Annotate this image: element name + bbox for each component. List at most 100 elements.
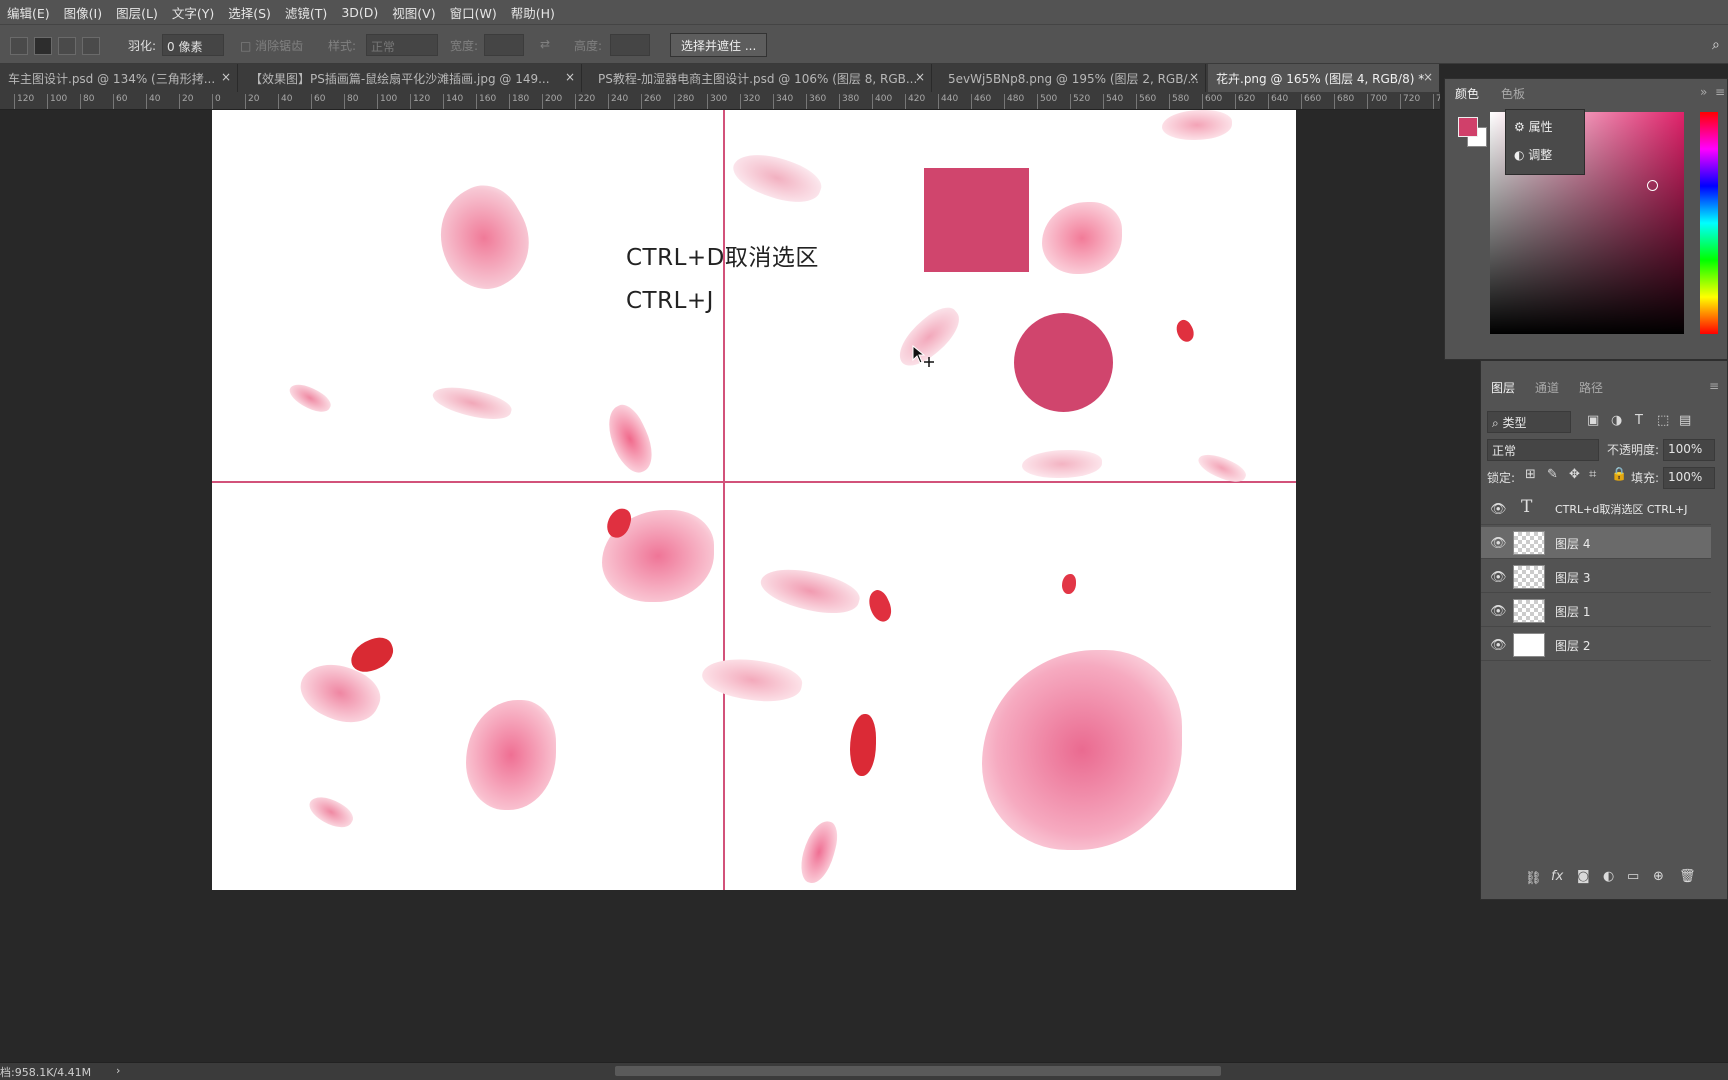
hue-slider[interactable] (1700, 112, 1718, 334)
document-canvas[interactable]: CTRL+D取消选区 CTRL+J (212, 110, 1296, 890)
tab-layers[interactable]: 图层 (1491, 379, 1515, 396)
menu-3d[interactable]: 3D(D) (334, 5, 385, 20)
eye-icon[interactable]: 👁 (1490, 536, 1507, 551)
menu-help[interactable]: 帮助(H) (504, 3, 562, 22)
select-and-mask-button[interactable]: 选择并遮住 ... (670, 33, 768, 57)
color-picker-marker[interactable] (1647, 180, 1658, 191)
layer-filter-select[interactable]: ⌕ 类型 (1487, 411, 1571, 433)
width-input[interactable] (484, 34, 524, 56)
blend-mode-select[interactable]: 正常 (1487, 439, 1599, 461)
lock-all-icon[interactable]: 🔒 (1611, 467, 1627, 482)
ruler-tick: 260 (641, 94, 661, 109)
menu-layer[interactable]: 图层(L) (109, 3, 165, 22)
pixel-filter-icon[interactable]: ▣ (1587, 413, 1599, 428)
lock-transparency-icon[interactable]: ⊞ (1525, 467, 1536, 482)
add-mask-icon[interactable]: ◙ (1577, 869, 1590, 884)
tab-swatches[interactable]: 色板 (1501, 85, 1525, 102)
petal-image (864, 587, 896, 625)
menu-view[interactable]: 视图(V) (385, 3, 442, 22)
square-shape[interactable] (924, 168, 1029, 272)
type-filter-icon[interactable]: T (1635, 413, 1643, 428)
fill-label: 填充: (1631, 471, 1660, 485)
link-layers-icon[interactable]: ⛓ (1525, 871, 1542, 886)
tab-document-1[interactable]: 车主图设计.psd @ 134% (三角形拷... × (0, 64, 238, 92)
vertical-guide[interactable] (723, 110, 725, 890)
adjustment-filter-icon[interactable]: ◑ (1611, 413, 1622, 428)
menu-edit[interactable]: 编辑(E) (0, 3, 57, 22)
search-icon[interactable]: ⌕ (1712, 37, 1720, 53)
lock-pixels-icon[interactable]: ✎ (1547, 467, 1558, 482)
close-icon[interactable]: × (221, 70, 231, 84)
menu-select[interactable]: 选择(S) (221, 3, 278, 22)
close-icon[interactable]: × (1423, 70, 1433, 84)
horizontal-scrollbar[interactable] (615, 1066, 1221, 1076)
circle-shape[interactable] (1014, 313, 1113, 412)
menu-image[interactable]: 图像(I) (57, 3, 109, 22)
eye-icon[interactable]: 👁 (1490, 604, 1507, 619)
close-icon[interactable]: × (915, 70, 925, 84)
delete-layer-icon[interactable]: 🗑 (1679, 869, 1696, 884)
lock-artboard-icon[interactable]: ⌗ (1589, 467, 1596, 482)
status-menu-icon[interactable]: › (116, 1064, 120, 1077)
layer-row-layer4[interactable]: 👁 图层 4 (1481, 527, 1711, 559)
horizontal-guide[interactable] (212, 481, 1296, 483)
new-selection-button[interactable] (10, 37, 28, 55)
color-panel: 颜色 色板 » ≡ ⚙ 属性 ◐ 调整 (1444, 78, 1728, 360)
tab-document-2[interactable]: 【效果图】PS插画篇-鼠绘扇平化沙滩插画.jpg @ 149... × (242, 64, 582, 92)
tab-document-active[interactable]: 花卉.png @ 165% (图层 4, RGB/8) * × (1208, 64, 1440, 92)
tab-paths[interactable]: 路径 (1579, 379, 1603, 396)
petal-image (1172, 317, 1198, 345)
ruler-tick: 100 (377, 94, 397, 109)
foreground-color-swatch[interactable] (1458, 117, 1478, 137)
eye-icon[interactable]: 👁 (1490, 638, 1507, 653)
eye-icon[interactable]: 👁 (1490, 502, 1507, 517)
smart-object-filter-icon[interactable]: ▤ (1679, 413, 1691, 428)
new-group-icon[interactable]: ▭ (1627, 869, 1639, 884)
opacity-input[interactable]: 100% (1663, 439, 1715, 461)
menu-type[interactable]: 文字(Y) (165, 3, 221, 22)
add-selection-button[interactable] (34, 37, 52, 55)
tab-channels[interactable]: 通道 (1535, 379, 1559, 396)
properties-item[interactable]: ⚙ 属性 (1514, 118, 1553, 135)
swap-icon[interactable]: ⇄ (540, 37, 550, 51)
collapse-icon[interactable]: » (1700, 85, 1707, 99)
adjustments-item[interactable]: ◐ 调整 (1514, 146, 1552, 163)
eye-icon[interactable]: 👁 (1490, 570, 1507, 585)
layer-row-layer3[interactable]: 👁 图层 3 (1481, 561, 1711, 593)
document-size-status: 档:958.1K/4.41M (0, 1066, 92, 1079)
ruler-tick: 20 (245, 94, 259, 109)
tab-document-4[interactable]: 5evWj5BNp8.png @ 195% (图层 2, RGB/... × (940, 64, 1206, 92)
ruler-tick: 340 (773, 94, 793, 109)
menu-window[interactable]: 窗口(W) (443, 3, 504, 22)
height-label: 高度: (574, 39, 603, 53)
layer-row-layer1[interactable]: 👁 图层 1 (1481, 595, 1711, 627)
feather-input[interactable]: 0 像素 (162, 34, 224, 56)
canvas-text-line-2[interactable]: CTRL+J (626, 288, 714, 314)
layer-name: 图层 4 (1555, 537, 1591, 551)
layer-row-layer2[interactable]: 👁 图层 2 (1481, 629, 1711, 661)
adjustment-layer-icon[interactable]: ◐ (1603, 869, 1614, 884)
close-icon[interactable]: × (565, 70, 575, 84)
tab-color[interactable]: 颜色 (1455, 85, 1479, 102)
subtract-selection-button[interactable] (58, 37, 76, 55)
fill-input[interactable]: 100% (1663, 467, 1715, 489)
ruler-tick: 500 (1037, 94, 1057, 109)
menu-filter[interactable]: 滤镜(T) (278, 3, 334, 22)
lock-position-icon[interactable]: ✥ (1569, 467, 1580, 482)
new-layer-icon[interactable]: ⊕ (1653, 869, 1664, 884)
intersect-selection-button[interactable] (82, 37, 100, 55)
petal-image (305, 790, 357, 834)
shape-filter-icon[interactable]: ⬚ (1657, 413, 1669, 428)
panel-menu-icon[interactable]: ≡ (1715, 85, 1725, 99)
tab-document-3[interactable]: PS教程-加湿器电商主图设计.psd @ 106% (图层 8, RGB... × (590, 64, 932, 92)
antialias-checkbox[interactable]: □ 消除锯齿 (240, 37, 303, 54)
ruler-tick: 700 (1367, 94, 1387, 109)
canvas-text-line-1[interactable]: CTRL+D取消选区 (626, 238, 819, 272)
style-select[interactable]: 正常 (366, 34, 438, 56)
close-icon[interactable]: × (1189, 70, 1199, 84)
layer-row-text[interactable]: 👁 T CTRL+d取消选区 CTRL+J (1481, 493, 1711, 525)
height-input[interactable] (610, 34, 650, 56)
fx-icon[interactable]: fx (1551, 869, 1563, 884)
ruler-tick: 720 (1400, 94, 1420, 109)
panel-menu-icon[interactable]: ≡ (1709, 379, 1719, 393)
